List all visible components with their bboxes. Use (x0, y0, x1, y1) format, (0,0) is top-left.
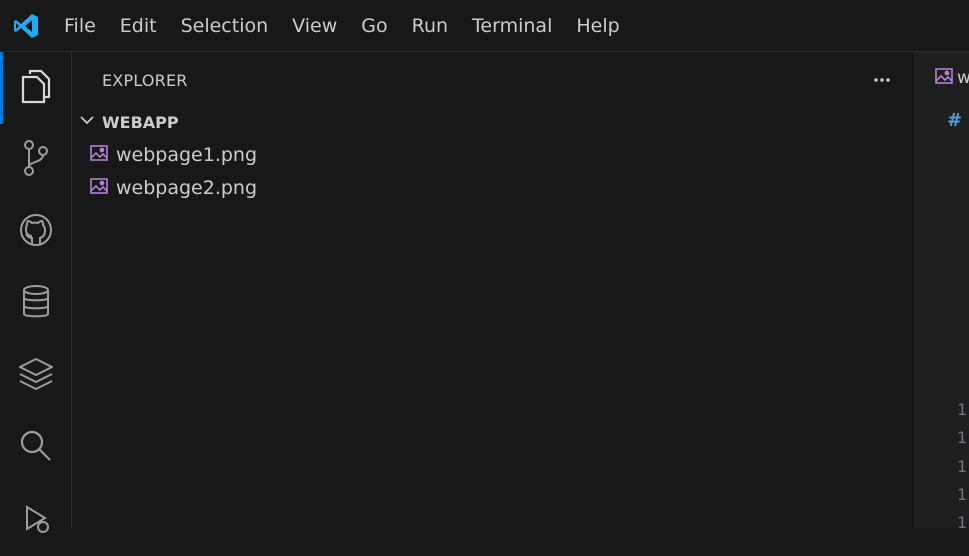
search-button[interactable] (0, 412, 72, 484)
title-bar: File Edit Selection View Go Run Terminal… (0, 0, 969, 52)
menu-go[interactable]: Go (349, 0, 399, 52)
file-item-webpage2[interactable]: webpage2.png (72, 171, 916, 204)
image-file-icon (935, 68, 953, 88)
search-icon (19, 429, 53, 467)
menu-view[interactable]: View (280, 0, 349, 52)
menu-help[interactable]: Help (564, 0, 631, 52)
menu-run[interactable]: Run (400, 0, 460, 52)
file-name: webpage1.png (116, 143, 258, 166)
editor-tab[interactable]: w (917, 52, 969, 104)
line-number: 1 (957, 400, 967, 419)
tab-label: w (957, 68, 969, 88)
menu-selection[interactable]: Selection (169, 0, 281, 52)
menu-bar: File Edit Selection View Go Run Terminal… (52, 0, 632, 52)
file-name: webpage2.png (116, 176, 258, 199)
more-actions-button[interactable] (869, 67, 895, 93)
line-number: 1 (957, 457, 967, 476)
folder-row-webapp[interactable]: WEBAPP (72, 108, 916, 136)
image-file-icon (90, 177, 108, 198)
activity-bar (0, 52, 72, 533)
source-control-button[interactable] (0, 124, 72, 196)
editor-area: w # 1 1 1 1 1 (917, 52, 969, 528)
ellipsis-icon (874, 78, 890, 82)
menu-file[interactable]: File (52, 0, 108, 52)
line-number: 1 (957, 485, 967, 504)
folder-name: WEBAPP (102, 112, 179, 132)
github-button[interactable] (0, 196, 72, 268)
chevron-down-icon (78, 111, 96, 133)
image-file-icon (90, 144, 108, 165)
run-debug-button[interactable] (0, 484, 72, 556)
run-debug-icon (19, 501, 53, 539)
database-icon (21, 284, 51, 324)
github-icon (19, 213, 53, 251)
menu-edit[interactable]: Edit (108, 0, 169, 52)
layers-icon (17, 355, 55, 397)
line-number: 1 (957, 513, 967, 528)
tab-bar: w (917, 52, 969, 104)
sidebar-title: EXPLORER (102, 70, 188, 90)
files-icon (19, 67, 53, 109)
vscode-logo-icon[interactable] (0, 0, 52, 52)
file-item-webpage1[interactable]: webpage1.png (72, 138, 916, 171)
layers-button[interactable] (0, 340, 72, 412)
source-control-icon (21, 139, 51, 181)
heading-hash: # (947, 110, 963, 131)
line-number: 1 (957, 428, 967, 447)
database-button[interactable] (0, 268, 72, 340)
explorer-button[interactable] (0, 52, 72, 124)
explorer-sidebar: EXPLORER WEBAPP webpage1.png webpage2.pn… (72, 52, 916, 528)
menu-terminal[interactable]: Terminal (460, 0, 564, 52)
sidebar-header: EXPLORER (72, 52, 915, 108)
